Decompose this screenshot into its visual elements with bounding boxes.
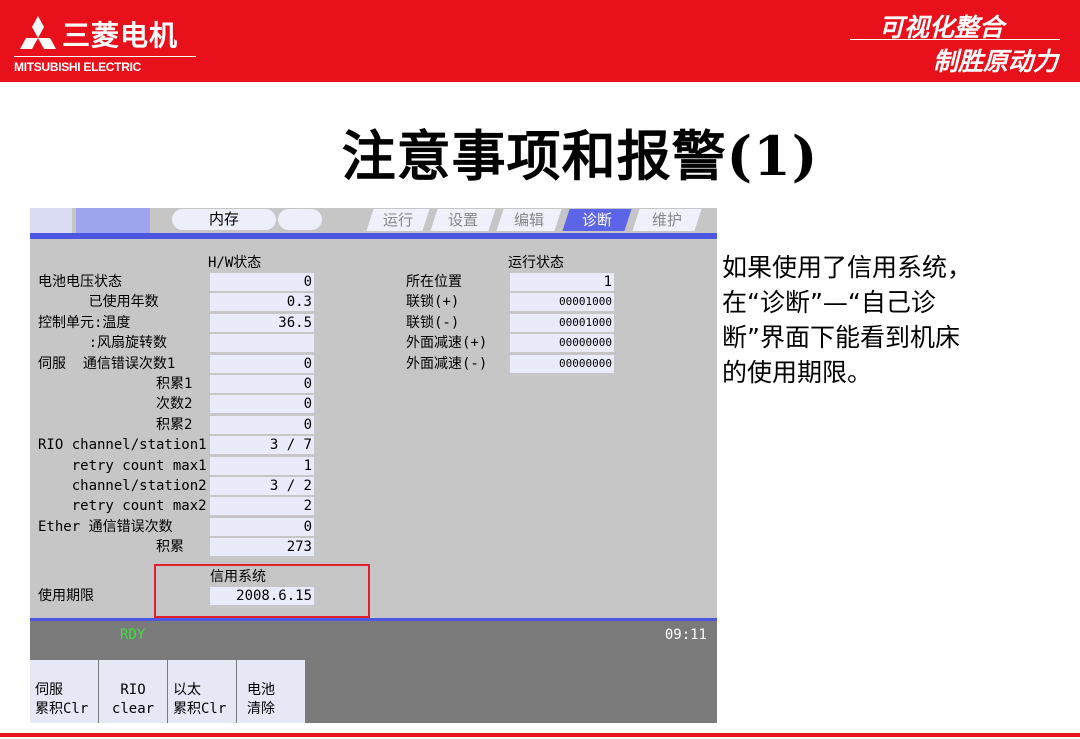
- fkey-servo-clear-line1: 伺服: [35, 682, 63, 698]
- hw-row-label: 次数2: [38, 396, 193, 413]
- hw-row-label: channel/station2: [38, 478, 207, 494]
- hw-row-label: retry count max1: [38, 457, 207, 474]
- header-banner: 三菱电机 MITSUBISHI ELECTRIC 可视化整合 制胜原动力: [0, 0, 1080, 82]
- screen-topbar: 内存 运行 设置 编辑 诊断 维护: [30, 208, 717, 233]
- side-note: 如果使用了信用系统，在“诊断”—“自己诊断”界面下能看到机床的使用期限。: [722, 253, 973, 387]
- topbar-blank-field: [30, 208, 72, 233]
- op-row-label: 联锁(+): [406, 294, 460, 311]
- hw-row-label: RIO channel/station1: [38, 437, 207, 454]
- fkey-battery-clear-line1: 电池: [247, 682, 275, 698]
- footer-divider: [0, 733, 1080, 737]
- op-status-header: 运行状态: [508, 255, 564, 271]
- hw-row-label: 控制单元:温度: [38, 314, 131, 331]
- op-row-value: 00000000: [510, 334, 614, 353]
- tab-maintenance-label: 维护: [651, 211, 682, 229]
- tab-diagnosis-label: 诊断: [581, 211, 612, 229]
- hw-row-label: 伺服 通信错误次数1: [38, 355, 176, 372]
- hw-row-value: 0: [210, 273, 314, 291]
- fkey-servo-clear-line2: 累积Clr: [35, 701, 89, 717]
- hw-row-label: 积累1: [38, 376, 193, 392]
- op-row-value: 00000000: [510, 354, 614, 373]
- hw-row-value: [210, 334, 314, 353]
- function-key-bar: 伺服 累积Clr RIO clear 以太 累积Clr 电池 清除: [30, 660, 717, 723]
- hw-row-value: 0: [210, 517, 314, 536]
- tab-edit[interactable]: 编辑: [496, 209, 562, 231]
- screen-accent-bar: [30, 233, 717, 239]
- op-row-label: 所在位置: [406, 274, 462, 290]
- hw-row-label: 积累2: [38, 416, 193, 433]
- hw-row-value: 1: [210, 456, 314, 475]
- fkey-ether-clear[interactable]: 以太 累积Clr: [168, 660, 237, 723]
- slogan-divider: [850, 39, 1060, 40]
- expiry-date-label: 使用期限: [38, 588, 94, 604]
- tab-run-label: 运行: [382, 211, 413, 229]
- op-row-label: 联锁(-): [406, 314, 460, 331]
- topbar-pill-field: [278, 209, 322, 230]
- fkey-ether-clear-line1: 以太: [173, 682, 201, 698]
- hw-row-label: retry count max2: [38, 498, 207, 515]
- ready-indicator: RDY: [120, 627, 146, 643]
- fkey-battery-clear-line2: 清除: [247, 701, 275, 717]
- fkey-rio-clear[interactable]: RIO clear: [99, 660, 168, 723]
- fkey-rio-clear-line2: clear: [111, 701, 155, 717]
- fkey-rio-clear-line1: RIO: [120, 682, 146, 698]
- hw-row-label: 积累: [38, 539, 185, 556]
- tab-setup[interactable]: 设置: [430, 209, 496, 231]
- hw-row-value: 0: [210, 375, 314, 393]
- hw-row-value: 0.3: [210, 293, 314, 312]
- slogan-line-2: 制胜原动力: [932, 47, 1058, 76]
- brand-name-cn: 三菱电机: [62, 19, 179, 52]
- tab-diagnosis[interactable]: 诊断: [562, 209, 632, 231]
- three-diamonds-icon: [20, 16, 56, 49]
- cnc-diagnosis-screen: 内存 运行 设置 编辑 诊断 维护 H/W状态 运行状态 电池电压状态 0 已使用…: [30, 208, 717, 723]
- hw-row-value: 36.5: [210, 313, 314, 332]
- op-row-label: 外面减速(+): [406, 335, 488, 352]
- status-bar: RDY 09:11: [30, 618, 717, 660]
- logo-divider: [14, 56, 196, 57]
- hw-row-label: 电池电压状态: [38, 274, 122, 290]
- op-row-value: 00001000: [510, 293, 614, 312]
- tab-maintenance[interactable]: 维护: [632, 209, 702, 231]
- tab-setup-label: 设置: [447, 211, 478, 229]
- highlight-box: [154, 564, 370, 618]
- tab-run[interactable]: 运行: [366, 209, 430, 231]
- fkey-servo-clear[interactable]: 伺服 累积Clr: [30, 660, 99, 723]
- topbar-mode-field: [76, 208, 150, 233]
- hw-row-value: 0: [210, 415, 314, 434]
- op-row-value: 00001000: [510, 313, 614, 332]
- hw-row-value: 0: [210, 354, 314, 373]
- clock-display: 09:11: [664, 627, 707, 643]
- hw-row-label: :风扇旋转数: [38, 335, 168, 352]
- hw-row-value: 2: [210, 497, 314, 516]
- fkey-battery-clear[interactable]: 电池 清除: [237, 660, 306, 723]
- brand-name-en: MITSUBISHI ELECTRIC: [14, 60, 141, 74]
- hw-status-header: H/W状态: [208, 255, 262, 271]
- hw-row-value: 3 / 7: [210, 436, 314, 455]
- tab-edit-label: 编辑: [513, 211, 544, 229]
- fkey-ether-clear-line2: 累积Clr: [173, 701, 227, 717]
- op-row-value: 1: [510, 273, 614, 291]
- slide-title: 注意事项和报警(1): [341, 124, 819, 188]
- hw-row-label: 已使用年数: [38, 294, 159, 311]
- hw-row-value: 3 / 2: [210, 477, 314, 495]
- op-row-label: 外面减速(-): [406, 355, 488, 372]
- memory-mode-indicator: 内存: [172, 209, 276, 230]
- hw-row-value: 273: [210, 538, 314, 557]
- hw-row-value: 0: [210, 395, 314, 414]
- hw-row-label: Ether 通信错误次数: [38, 518, 173, 535]
